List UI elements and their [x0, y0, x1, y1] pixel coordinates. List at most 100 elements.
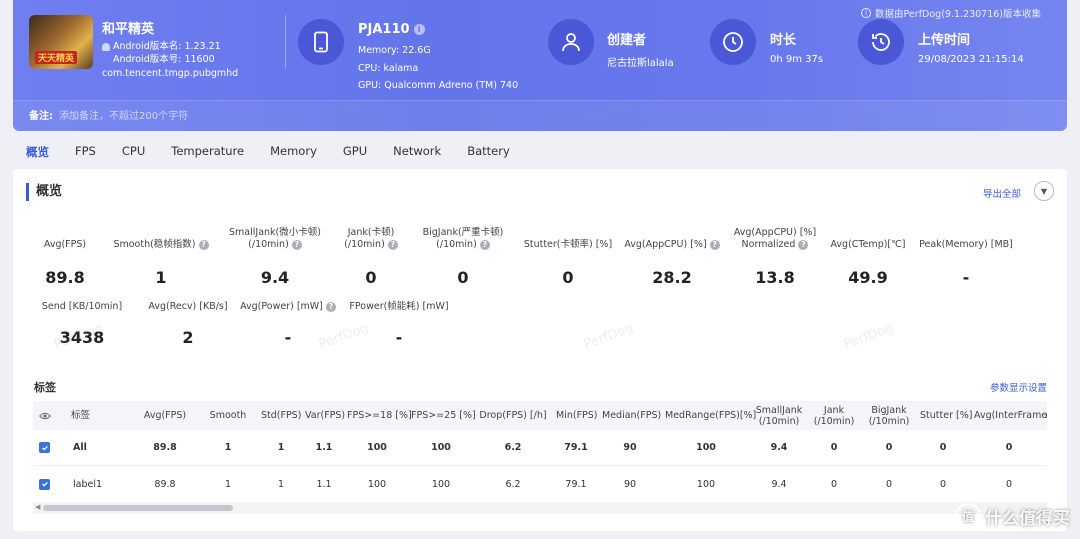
- scroll-left-icon[interactable]: ◀: [35, 503, 40, 511]
- table-cell: 100: [696, 442, 716, 453]
- note-bar[interactable]: 备注: 添加备注，不超过200个字符: [13, 100, 1067, 131]
- labels-title: 标签: [34, 381, 56, 394]
- param-settings-link[interactable]: 参数显示设置: [990, 380, 1047, 394]
- column-header[interactable]: Jank (/10min): [813, 405, 855, 427]
- table-cell: 6.2: [504, 442, 522, 453]
- column-header[interactable]: BigJank (/10min): [866, 405, 912, 427]
- metric-label: FPower(帧能耗) [mW]: [349, 301, 449, 312]
- header-divider: [285, 15, 286, 69]
- table-cell: 1: [277, 478, 285, 490]
- table-cell: 89.8: [153, 442, 177, 453]
- collected-by-text: 数据由PerfDog(9.1.230716)版本收集: [875, 9, 1041, 20]
- table-cell: 0: [885, 442, 893, 453]
- column-header[interactable]: Stutter [%]: [920, 410, 972, 421]
- android-icon: [102, 42, 110, 51]
- scrollbar-thumb[interactable]: [43, 505, 233, 511]
- app-version-code: Android版本号: 11600: [113, 54, 215, 65]
- column-header[interactable]: SmallJank (/10min): [754, 405, 804, 427]
- table-cell: 90: [623, 478, 637, 490]
- corner-watermark: 值什么值得买: [955, 503, 1070, 529]
- help-icon[interactable]: ?: [479, 239, 490, 250]
- table-cell: 1.1: [316, 478, 332, 490]
- table-cell: 0: [885, 478, 893, 490]
- app-icon: 天天精英: [29, 15, 93, 69]
- duration-value: 0h 9m 37s: [770, 54, 824, 65]
- column-header[interactable]: FPS>=18 [%]: [347, 410, 412, 421]
- row-checkbox[interactable]: [39, 478, 50, 490]
- labels-table: 标签 Avg(FPS) Smooth Std(FPS) Var(FPS) FPS>=18 …: [33, 401, 1047, 501]
- column-header[interactable]: Var(FPS): [305, 410, 345, 421]
- tab-5[interactable]: GPU: [343, 144, 367, 160]
- column-header[interactable]: Min(FPS): [556, 410, 598, 421]
- clock-icon: [710, 19, 756, 65]
- metric-label: Peak(Memory) [MB]: [919, 239, 1013, 250]
- tab-4[interactable]: Memory: [270, 144, 317, 160]
- column-header[interactable]: FPS>=25 [%]: [411, 410, 476, 421]
- duration-title: 时长: [770, 33, 797, 48]
- column-header[interactable]: Avg(FF: [1045, 410, 1047, 421]
- overview-title: 概览: [26, 183, 62, 201]
- table-cell: 79.1: [564, 442, 588, 453]
- table-row[interactable]: All 89.8 1 1 1.1 100 100 6.2 79.1 90 100 9.4 0 0 0 0: [33, 430, 1047, 466]
- watermark: PerfDog: [841, 320, 896, 353]
- app-version-info: Android版本名: 1.23.21 Android版本号: 11600: [102, 40, 221, 66]
- table-cell: 0: [939, 442, 947, 453]
- horizontal-scrollbar[interactable]: ◀: [33, 502, 1047, 514]
- app-version-name: Android版本名: 1.23.21: [113, 41, 221, 52]
- table-header-row: 标签 Avg(FPS) Smooth Std(FPS) Var(FPS) FPS>=18 …: [33, 401, 1047, 430]
- tab-2[interactable]: CPU: [122, 144, 145, 160]
- table-cell: 90: [623, 442, 637, 453]
- table-cell: 100: [431, 478, 451, 490]
- tab-7[interactable]: Battery: [467, 144, 510, 160]
- metric-value: -: [395, 328, 403, 347]
- column-header[interactable]: Drop(FPS) [/h]: [479, 410, 547, 421]
- info-circle-icon: i: [861, 8, 872, 18]
- export-all-link[interactable]: 导出全部: [983, 186, 1021, 200]
- info-icon[interactable]: i: [413, 24, 425, 35]
- chevron-down-icon: ▼: [1040, 186, 1048, 196]
- tab-0[interactable]: 概览: [26, 144, 49, 160]
- table-cell: 100: [367, 478, 387, 490]
- tab-3[interactable]: Temperature: [171, 144, 244, 160]
- column-header[interactable]: MedRange(FPS)[%]: [665, 410, 756, 421]
- metric-item: Peak(Memory) [MB] -: [896, 227, 1036, 287]
- history-icon: [858, 19, 904, 65]
- column-header[interactable]: Avg(FPS): [143, 410, 187, 421]
- table-cell: 1.1: [315, 442, 333, 453]
- device-gpu: GPU: Qualcomm Adreno (TM) 740: [358, 80, 519, 91]
- collapse-button[interactable]: ▼: [1034, 181, 1054, 201]
- note-label: 备注:: [29, 111, 53, 122]
- eye-icon[interactable]: [39, 412, 51, 420]
- note-input[interactable]: 添加备注，不超过200个字符: [59, 111, 188, 122]
- table-cell: 100: [431, 442, 451, 453]
- table-cell: 0: [1005, 442, 1013, 453]
- tab-1[interactable]: FPS: [75, 144, 96, 160]
- metric-item: FPower(帧能耗) [mW] -: [329, 289, 469, 347]
- column-header[interactable]: Median(FPS): [602, 410, 661, 421]
- row-checkbox[interactable]: [39, 442, 50, 453]
- corner-watermark-text: 什么值得买: [985, 508, 1070, 529]
- collected-by: i 数据由PerfDog(9.1.230716)版本收集: [861, 6, 1041, 20]
- user-icon: [548, 19, 594, 65]
- table-row[interactable]: label1 89.8 1 1 1.1 100 100 6.2 79.1 90 100 9.4 0 0 0 0: [33, 466, 1047, 501]
- column-header[interactable]: Smooth: [206, 410, 250, 421]
- creator-value: 尼古拉斯lalala: [607, 58, 674, 69]
- app-icon-badge: 天天精英: [35, 51, 78, 64]
- column-header[interactable]: Avg(InterFrame): [974, 410, 1047, 421]
- column-header[interactable]: 标签: [71, 410, 90, 421]
- table-cell: 6.2: [505, 478, 521, 490]
- table-cell: 79.1: [565, 478, 587, 490]
- tab-6[interactable]: Network: [393, 144, 441, 160]
- upload-title: 上传时间: [918, 33, 971, 48]
- table-cell: 1: [224, 478, 232, 490]
- app-name: 和平精英: [102, 22, 155, 37]
- column-header[interactable]: Std(FPS): [261, 410, 301, 421]
- device-cpu: CPU: kalama: [358, 63, 419, 74]
- table-cell: 1: [277, 442, 285, 453]
- table-cell: 1: [224, 442, 232, 453]
- metric-value: -: [962, 268, 970, 287]
- device-model: PJA110 i: [358, 22, 425, 37]
- table-cell: 0: [1005, 478, 1013, 490]
- table-cell: 0: [939, 478, 947, 490]
- device-model-text: PJA110: [358, 22, 410, 37]
